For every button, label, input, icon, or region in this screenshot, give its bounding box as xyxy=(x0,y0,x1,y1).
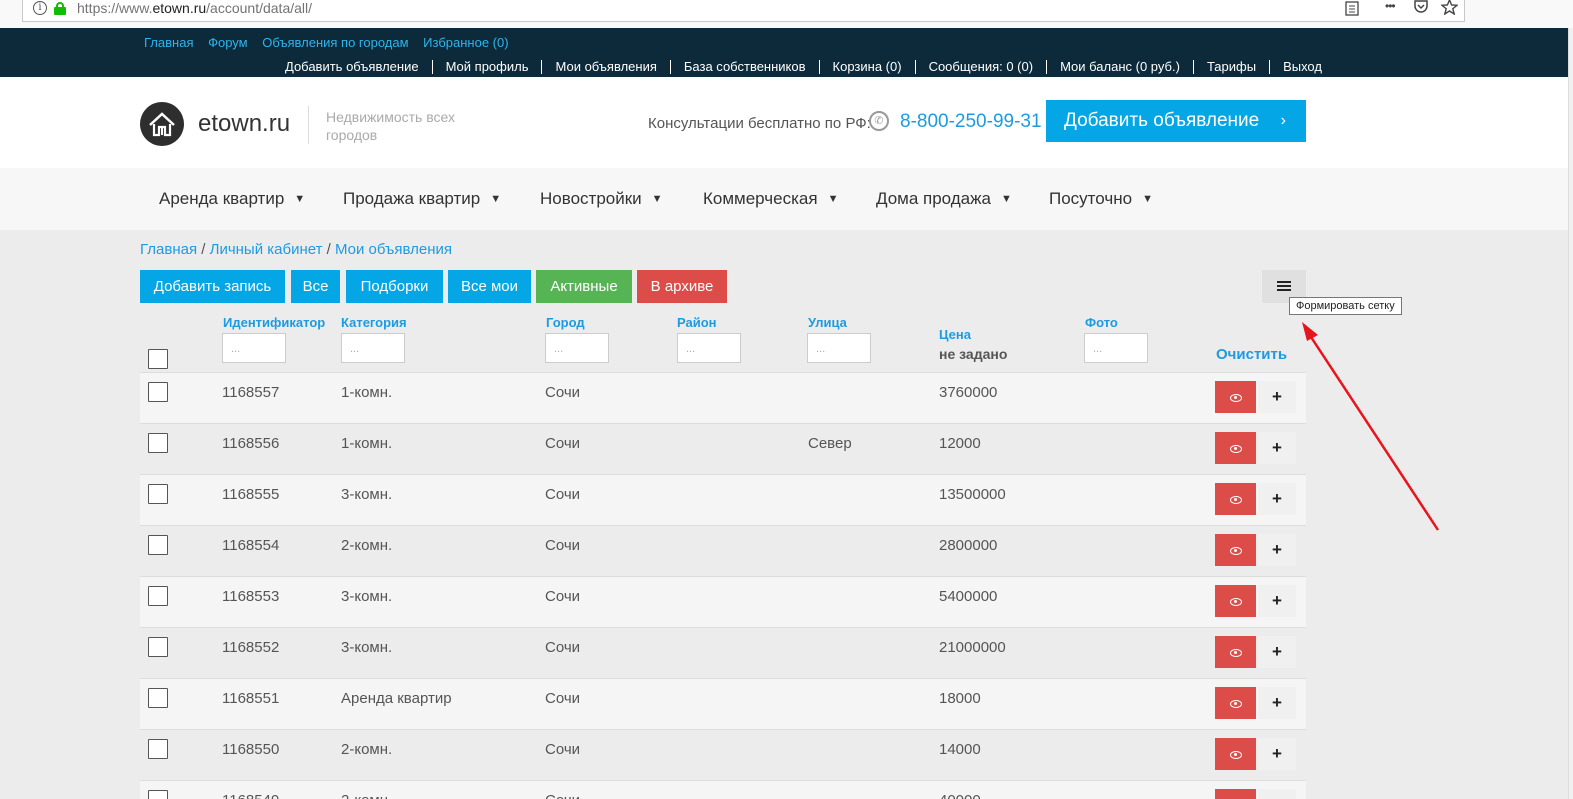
annotation-arrow xyxy=(1302,322,1440,531)
